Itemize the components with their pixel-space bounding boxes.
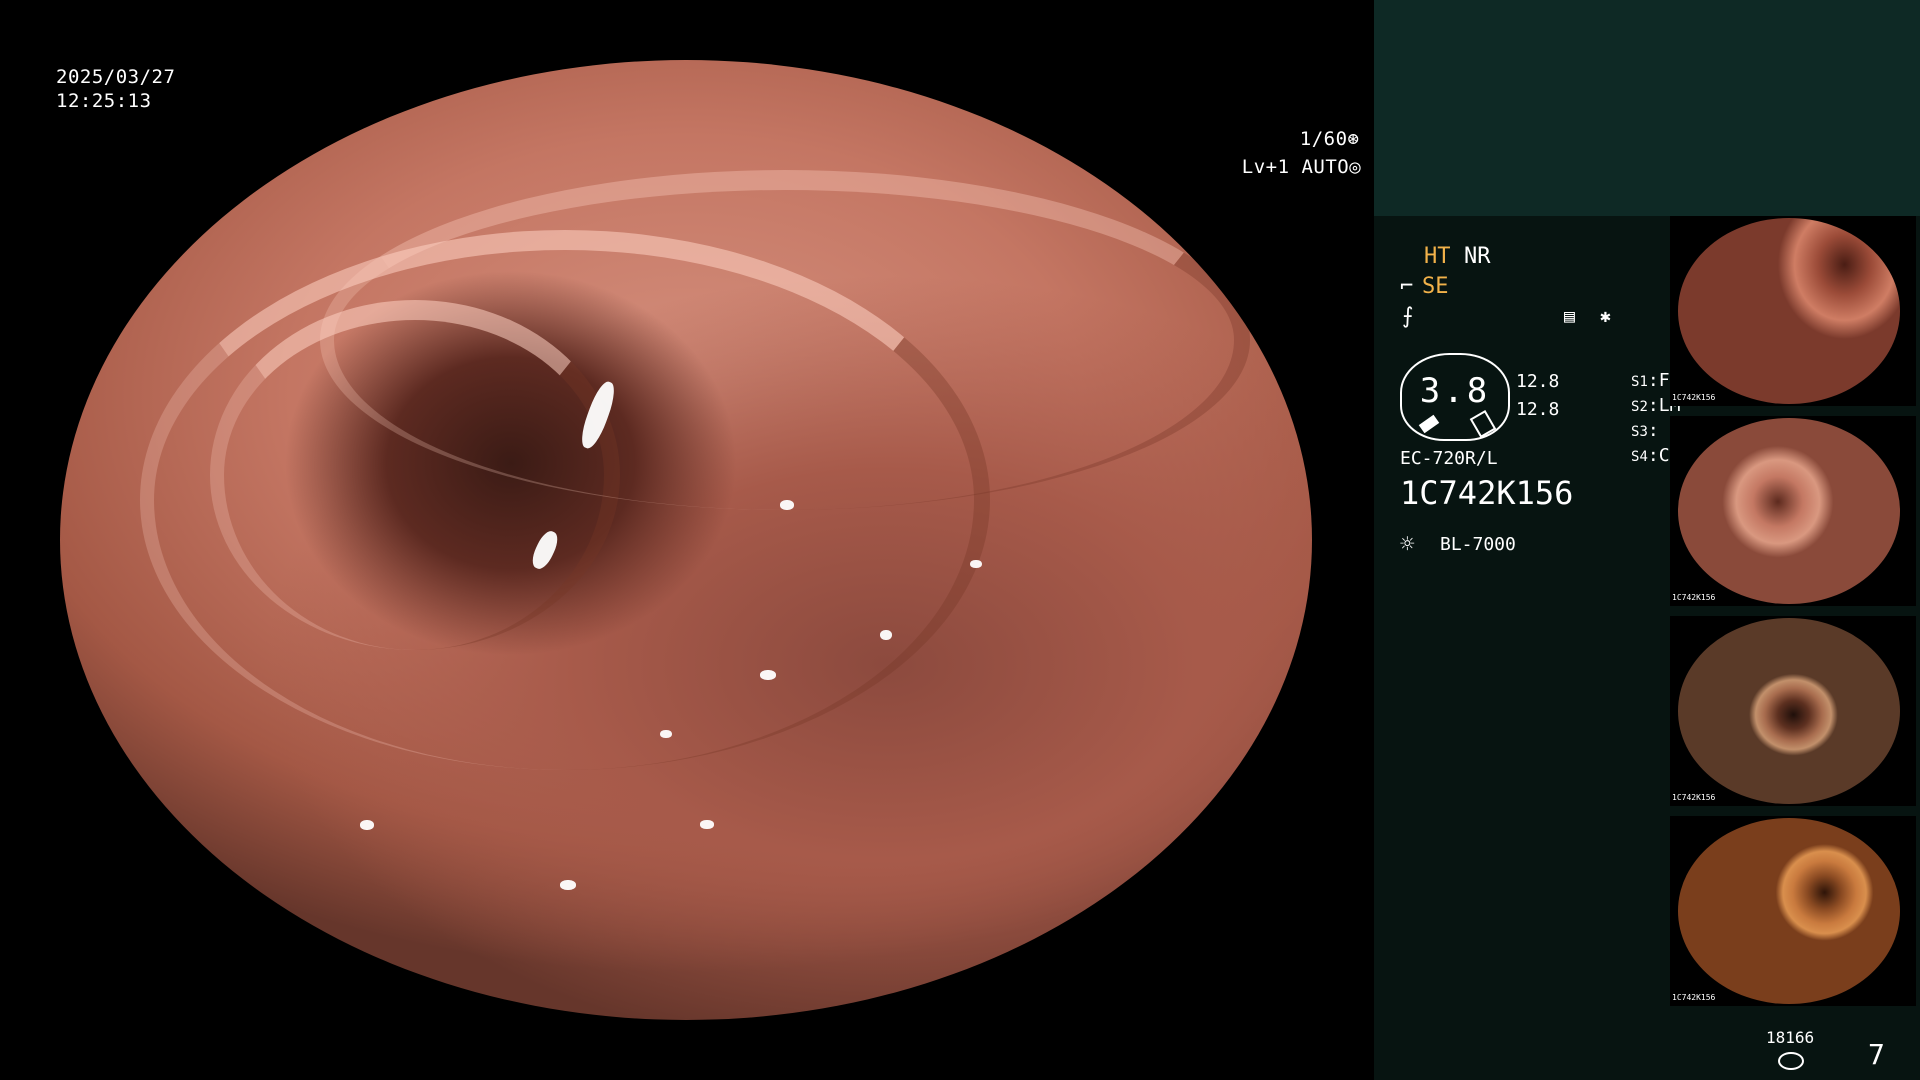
thumbnail-label: 1C742K156 — [1672, 993, 1716, 1002]
f-symbol-icon: ⨍ — [1402, 304, 1414, 329]
mode-level: Lv+1 — [1241, 156, 1290, 178]
side-value-1: 12.8 — [1516, 371, 1560, 392]
light-glint — [660, 730, 672, 738]
light-glint — [970, 560, 982, 568]
processor-settings: HT NR ⌐ SE ⨍ ▤ ✱ 3.8 12.8 12.8 S1:F+T S2… — [1374, 216, 1691, 1080]
thumbnail-4[interactable]: 1C742K156 — [1670, 816, 1916, 1006]
nr-indicator: NR — [1464, 244, 1491, 269]
exam-time: 12:25:13 — [56, 90, 152, 112]
scope-model: EC-720R/L — [1400, 448, 1498, 469]
gauge-left-marker — [1418, 414, 1440, 434]
image-count: 7 — [1868, 1038, 1885, 1071]
side-value-2: 12.8 — [1516, 399, 1560, 420]
sun-icon: ☼ — [1400, 530, 1415, 558]
light-glint — [360, 820, 374, 830]
thumbnail-image — [1678, 818, 1900, 1004]
panel-icon: ▤ — [1564, 306, 1575, 327]
light-glint — [760, 670, 776, 680]
se-indicator: SE — [1422, 274, 1449, 299]
thumbnail-label: 1C742K156 — [1672, 393, 1716, 402]
disk-stack-icon — [1778, 1052, 1804, 1070]
gauge-right-marker — [1469, 409, 1497, 439]
endoscope-main-view: 2025/03/27 12:25:13 1/60⊛ Lv+1 AUTO◎ — [0, 0, 1374, 1080]
ht-indicator: HT — [1424, 244, 1451, 269]
endoscope-image — [60, 60, 1312, 1020]
thumbnail-3[interactable]: 1C742K156 — [1670, 616, 1916, 806]
thumbnail-image — [1678, 218, 1900, 404]
mucosal-fold — [320, 170, 1250, 510]
thumbnail-image — [1678, 618, 1900, 804]
light-glint — [560, 880, 576, 890]
mode-value: AUTO — [1301, 156, 1350, 178]
right-top-panel — [1374, 0, 1920, 216]
light-source: BL-7000 — [1440, 534, 1516, 555]
light-glint — [780, 500, 794, 510]
star-icon: ✱ — [1600, 306, 1611, 327]
captured-thumbnails: 1C742K156 1C742K156 1C742K156 1C742K156 — [1670, 216, 1920, 1016]
scope-serial: 1C742K156 — [1400, 474, 1574, 512]
thumbnail-image — [1678, 418, 1900, 604]
iris-icon: ◎ — [1349, 156, 1362, 178]
storage-count: 18166 — [1766, 1028, 1815, 1047]
gauge: 3.8 — [1400, 353, 1510, 441]
se-prefix-icon: ⌐ — [1400, 274, 1414, 299]
exam-date: 2025/03/27 — [56, 66, 176, 88]
thumbnail-label: 1C742K156 — [1672, 793, 1716, 802]
light-glint — [880, 630, 892, 640]
gauge-value: 3.8 — [1419, 371, 1491, 411]
light-glint — [700, 820, 714, 829]
thumbnail-label: 1C742K156 — [1672, 593, 1716, 602]
thumbnail-2[interactable]: 1C742K156 — [1670, 416, 1916, 606]
right-info-panel: HT NR ⌐ SE ⨍ ▤ ✱ 3.8 12.8 12.8 S1:F+T S2… — [1374, 216, 1920, 1080]
thumbnail-1[interactable]: 1C742K156 — [1670, 216, 1916, 406]
light-glint — [169, 75, 281, 129]
exposure-mode: Lv+1 AUTO◎ — [1194, 128, 1361, 206]
